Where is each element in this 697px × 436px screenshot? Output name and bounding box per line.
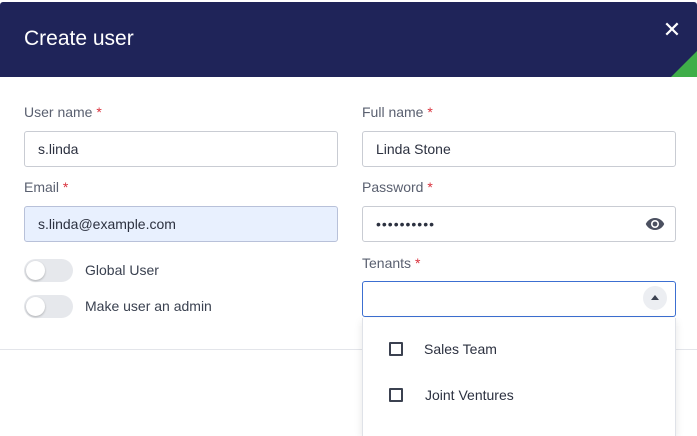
eye-icon[interactable] [645, 216, 665, 232]
tenants-label: Tenants * [362, 255, 420, 271]
checkbox-icon[interactable] [389, 388, 403, 402]
checkbox-icon[interactable] [389, 342, 403, 356]
password-label-text: Password [362, 179, 424, 195]
dialog-header: Create user ✕ [0, 2, 697, 77]
password-label: Password * [362, 179, 433, 195]
chevron-up-icon[interactable] [643, 286, 667, 310]
username-field[interactable]: s.linda [24, 131, 338, 167]
fullname-field[interactable]: Linda Stone [362, 131, 676, 167]
username-required-mark: * [96, 104, 102, 120]
dialog-title: Create user [24, 27, 134, 50]
toggle-knob [26, 261, 45, 280]
corner-accent [671, 51, 697, 77]
make-admin-toggle[interactable] [24, 295, 73, 318]
close-icon[interactable]: ✕ [661, 19, 683, 41]
tenant-option[interactable]: Sales Team [363, 330, 675, 370]
global-user-label: Global User [85, 262, 159, 278]
tenants-required-mark: * [414, 255, 421, 271]
tenants-label-text: Tenants [362, 255, 412, 271]
email-field[interactable]: s.linda@example.com [24, 206, 338, 242]
toggle-knob [26, 297, 45, 316]
username-label: User name * [24, 104, 102, 120]
email-label: Email * [24, 179, 68, 195]
tenant-option-label: Joint Ventures [425, 387, 514, 403]
fullname-label-text: Full name [362, 104, 424, 120]
fullname-required-mark: * [427, 104, 433, 120]
tenant-option-label: Sales Team [424, 341, 497, 357]
email-label-text: Email [24, 179, 60, 195]
fullname-label: Full name * [362, 104, 433, 120]
password-required-mark: * [427, 179, 433, 195]
global-user-toggle[interactable] [24, 259, 73, 282]
tenants-dropdown: Sales Team Joint Ventures [362, 318, 676, 436]
make-admin-label: Make user an admin [85, 298, 212, 314]
tenant-option[interactable]: Joint Ventures [363, 376, 675, 416]
username-label-text: User name [24, 104, 93, 120]
password-field[interactable]: •••••••••• [362, 206, 676, 242]
create-user-dialog: Create user ✕ User name * s.linda Full n… [0, 0, 697, 436]
email-required-mark: * [62, 179, 69, 195]
tenants-select[interactable] [362, 281, 676, 317]
